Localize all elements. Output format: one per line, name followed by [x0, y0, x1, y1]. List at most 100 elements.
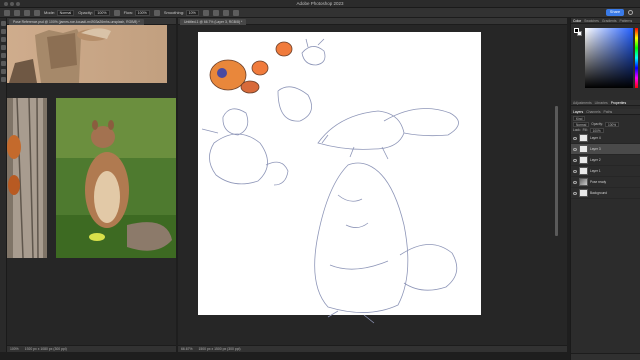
hand-tool-icon[interactable]: [0, 77, 6, 82]
tab-channels[interactable]: Channels: [586, 109, 600, 114]
tab-libraries[interactable]: Libraries: [595, 100, 608, 105]
layer-blend-mode[interactable]: Normal: [573, 121, 590, 127]
layer-thumbnail: [579, 178, 588, 186]
crop-tool-icon[interactable]: [0, 45, 6, 50]
mode-label: Mode:: [44, 10, 56, 15]
layers-panel: Layers Channels Paths Kind Normal Opacit…: [571, 109, 640, 360]
visibility-eye-icon[interactable]: [573, 158, 577, 162]
brush-tool-icon[interactable]: [0, 53, 6, 58]
bottom-right-reference-photo: [56, 98, 176, 258]
layer-name: Pose ready: [590, 180, 607, 184]
search-icon[interactable]: [628, 10, 633, 15]
layer-fill-label: Fill:: [582, 128, 588, 132]
bottom-left-reference-photo: [7, 97, 47, 259]
symmetry-icon[interactable]: [232, 9, 239, 16]
reference-tab-strip: Pose Reference.psd @ 100% (james-roe-kou…: [7, 18, 176, 25]
layer-fill-field[interactable]: 100%: [589, 127, 604, 133]
layer-thumbnail: [579, 156, 588, 164]
layer-row[interactable]: Layer 1: [571, 166, 640, 177]
layer-row[interactable]: Pose ready: [571, 177, 640, 188]
sketch-canvas[interactable]: [178, 25, 567, 345]
marquee-tool-icon[interactable]: [0, 29, 6, 34]
angle-icon[interactable]: [212, 9, 219, 16]
options-bar: Mode: Normal Opacity: 100% Flow: 100% Sm…: [0, 8, 640, 18]
reference-document-window: Pose Reference.psd @ 100% (james-roe-kou…: [7, 18, 176, 352]
color-panel-tabs: Color Swatches Gradients Patterns: [571, 18, 640, 24]
brush-settings-icon[interactable]: [34, 9, 40, 16]
lasso-tool-icon[interactable]: [0, 37, 6, 42]
sketch-doc-info: 1500 px x 1500 px (300 ppi): [198, 347, 241, 351]
pressure-size-icon[interactable]: [222, 9, 229, 16]
smoothing-options-gear-icon[interactable]: [202, 9, 209, 16]
panels-dock: Color Swatches Gradients Patterns Adjust…: [570, 18, 640, 360]
layer-name: Layer 1: [590, 169, 601, 173]
sketch-tab-strip: Untitled-1 @ 66.7% (Layer 3, RGB/8) *: [178, 18, 567, 25]
layer-opacity-label: Opacity:: [591, 122, 603, 126]
color-panel: Color Swatches Gradients Patterns: [571, 18, 640, 98]
airbrush-icon[interactable]: [153, 9, 160, 16]
tab-patterns[interactable]: Patterns: [620, 18, 633, 23]
opacity-label: Opacity:: [78, 10, 93, 15]
tab-properties[interactable]: Properties: [611, 100, 626, 105]
opacity-field[interactable]: 100%: [94, 9, 110, 16]
opacity-control[interactable]: Opacity: 100%: [78, 9, 110, 16]
type-tool-icon[interactable]: [0, 69, 6, 74]
layer-lock-label: Lock:: [573, 128, 581, 132]
adjustments-panel: Adjustments Libraries Properties: [571, 100, 640, 108]
hue-slider[interactable]: [635, 28, 638, 88]
layer-name: Layer 3: [590, 147, 601, 151]
layer-thumbnail: [579, 189, 588, 197]
brush-tool-icon[interactable]: [14, 9, 20, 16]
mode-control[interactable]: Mode: Normal: [44, 9, 75, 16]
tools-panel: [0, 18, 7, 352]
tab-layers[interactable]: Layers: [573, 109, 583, 114]
flow-label: Flow:: [123, 10, 134, 15]
layer-row-selected[interactable]: Layer 3: [571, 144, 640, 155]
visibility-eye-icon[interactable]: [573, 136, 577, 140]
layer-thumbnail: [579, 134, 588, 142]
home-icon[interactable]: [4, 9, 10, 16]
app-title: Adobe Photoshop 2023: [296, 1, 344, 6]
layer-thumbnail: [579, 167, 588, 175]
layer-thumbnail: [579, 145, 588, 153]
reference-photos: [7, 25, 176, 259]
layer-row[interactable]: Layer 2: [571, 155, 640, 166]
layer-row[interactable]: Layer 4: [571, 133, 640, 144]
tab-swatches[interactable]: Swatches: [584, 18, 599, 23]
smoothing-label: Smoothing:: [163, 10, 185, 15]
sketch-zoom-level[interactable]: 66.67%: [181, 346, 193, 352]
visibility-eye-icon[interactable]: [573, 191, 577, 195]
flow-control[interactable]: Flow: 100%: [123, 9, 150, 16]
smoothing-control[interactable]: Smoothing: 10%: [163, 9, 199, 16]
adjustments-panel-tabs: Adjustments Libraries Properties: [571, 100, 640, 106]
visibility-eye-icon[interactable]: [573, 180, 577, 184]
color-field[interactable]: [585, 28, 633, 88]
layer-kind-filter[interactable]: Kind: [573, 115, 586, 121]
flow-field[interactable]: 100%: [134, 9, 150, 16]
top-reference-photo: [7, 25, 167, 83]
share-button[interactable]: Share: [606, 9, 624, 16]
tab-gradients[interactable]: Gradients: [602, 18, 617, 23]
foreground-color-swatch[interactable]: [574, 28, 579, 33]
layer-row[interactable]: Background: [571, 188, 640, 199]
brush-preset-icon[interactable]: [24, 9, 30, 16]
mode-select[interactable]: Normal: [56, 9, 75, 16]
eraser-tool-icon[interactable]: [0, 61, 6, 66]
vertical-scrollbar[interactable]: [555, 106, 558, 236]
reference-zoom-level[interactable]: 100%: [10, 346, 19, 352]
title-bar: Adobe Photoshop 2023: [0, 0, 640, 8]
layer-name: Layer 4: [590, 136, 601, 140]
tab-color[interactable]: Color: [573, 18, 581, 23]
reference-canvas[interactable]: [7, 25, 176, 345]
sketch-document-window: Untitled-1 @ 66.7% (Layer 3, RGB/8) * 66…: [178, 18, 567, 352]
move-tool-icon[interactable]: [0, 21, 6, 26]
tab-adjustments[interactable]: Adjustments: [573, 100, 592, 105]
layer-opacity-field[interactable]: 100%: [604, 121, 620, 127]
sketch-canvas-area[interactable]: [178, 25, 567, 345]
reference-status-bar: 100% 1920 px x 1080 px (300 ppi): [7, 345, 176, 352]
visibility-eye-icon[interactable]: [573, 147, 577, 151]
smoothing-field[interactable]: 10%: [185, 9, 199, 16]
tab-paths[interactable]: Paths: [604, 109, 613, 114]
visibility-eye-icon[interactable]: [573, 169, 577, 173]
pressure-opacity-icon[interactable]: [113, 9, 120, 16]
